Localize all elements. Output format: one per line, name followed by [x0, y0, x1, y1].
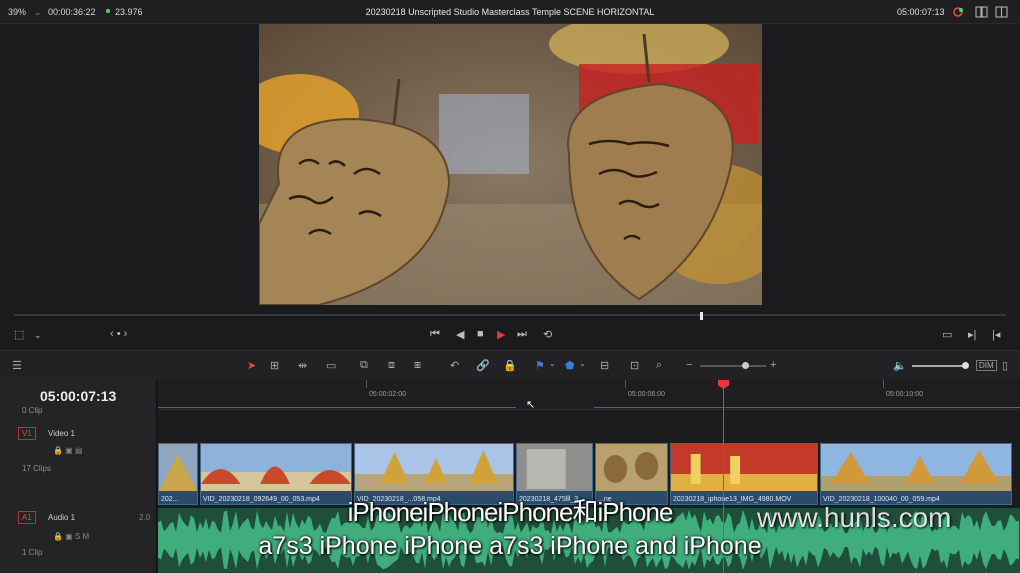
ruler-label: 05:00:10:00 — [886, 391, 923, 398]
insert-clip-icon[interactable]: ⧉ — [360, 359, 368, 372]
track-lock-icon[interactable]: 🔒 ▣ ▤ — [53, 446, 83, 455]
chevron-down-icon[interactable]: ⌄ — [579, 359, 586, 368]
play-reverse-icon[interactable]: ◀ — [456, 328, 464, 341]
current-timecode: 05:00:07:13 — [897, 7, 945, 17]
video-track-badge[interactable]: V1 — [18, 427, 36, 440]
transport-controls: ⬚ ⌄ ‹ • › ⏮ ◀ ■ ▶ ⏭ ⟲ ▭ ▸| |◂ — [0, 322, 1020, 348]
trim-tool-icon[interactable]: ⊞ — [270, 359, 279, 372]
zoom-custom-icon[interactable]: ⌕ — [656, 359, 662, 372]
nav-arrows-icon[interactable]: ‹ • › — [110, 328, 127, 340]
chevron-down-icon[interactable]: ⌄ — [549, 359, 556, 368]
volume-slider-handle[interactable] — [962, 362, 969, 369]
overwrite-clip-icon[interactable]: ⧈ — [388, 359, 395, 372]
stop-icon[interactable]: ■ — [477, 328, 484, 340]
flag-icon[interactable]: ⚑ — [535, 359, 545, 372]
timeline-timecode: 05:00:07:13 — [40, 388, 117, 404]
video-track-count: 17 Clips — [22, 464, 51, 473]
window-layout-icons[interactable] — [952, 5, 1010, 21]
subtitle-track-line — [158, 407, 516, 408]
zoom-detail-icon[interactable]: ⊡ — [630, 359, 639, 372]
zoom-full-icon[interactable]: ⊟ — [600, 359, 609, 372]
zoom-out-icon[interactable]: − — [686, 359, 692, 371]
snapping-icon[interactable]: ↶ — [450, 359, 459, 372]
crop-icon[interactable]: ⬚ — [14, 328, 24, 341]
mouse-cursor-icon: ↖ — [526, 399, 536, 411]
layout-icon[interactable]: ☰ — [12, 359, 22, 372]
scrubber-handle[interactable] — [700, 312, 703, 320]
dim-button[interactable]: DIM — [976, 360, 997, 371]
mute-icon[interactable]: 🔈 — [893, 359, 907, 372]
zoom-slider-handle[interactable] — [742, 362, 749, 369]
skip-to-start-icon[interactable]: ⏮ — [430, 328, 440, 341]
next-frame-icon[interactable]: ▸| — [968, 328, 976, 341]
viewer-scrubber[interactable] — [14, 314, 1006, 316]
play-icon[interactable]: ▶ — [497, 328, 505, 341]
dynamic-trim-icon[interactable]: ⇹ — [298, 359, 307, 372]
lock-icon[interactable]: 🔒 — [503, 359, 517, 372]
prev-clip-icon[interactable]: |◂ — [992, 328, 1000, 341]
selection-tool-icon[interactable]: ➤ — [247, 359, 256, 372]
subtitle-track-count: 0 Clip — [22, 406, 43, 415]
meter-icon[interactable]: ▯ — [1002, 359, 1008, 372]
marker-icon[interactable]: ⬟ — [565, 359, 575, 372]
zoom-in-icon[interactable]: + — [770, 359, 776, 371]
skip-to-end-icon[interactable]: ⏭ — [517, 328, 527, 341]
viewer-top-bar: 39% ⌄ 00:00:36:22 23.976 20230218 Unscri… — [0, 0, 1020, 24]
subtitle-line-2: a7s3 iPhone iPhone a7s3 iPhone and iPhon… — [258, 532, 762, 560]
timeline-title[interactable]: 20230218 Unscripted Studio Masterclass T… — [0, 7, 1020, 17]
zoom-slider[interactable] — [700, 365, 766, 367]
watermark: www.hunls.com — [757, 502, 952, 533]
fullscreen-icon[interactable]: ▭ — [942, 328, 952, 341]
ruler-label: 05:00:02:00 — [369, 391, 406, 398]
volume-slider[interactable] — [912, 365, 966, 367]
replace-clip-icon[interactable]: ⧆ — [414, 359, 421, 372]
chevron-down-icon[interactable]: ⌄ — [34, 330, 42, 341]
video-track-name[interactable]: Video 1 — [48, 429, 75, 438]
timeline-ruler[interactable]: 05:00:02:00 05:00:06:00 05:00:10:00 — [158, 380, 1020, 410]
ruler-label: 05:00:06:00 — [628, 391, 665, 398]
subtitle-track-line — [594, 407, 1020, 408]
linked-selection-icon[interactable]: 🔗 — [476, 359, 490, 372]
edit-toolbar: ☰ ➤ ⊞ ⇹ ▭ ⧉ ⧈ ⧆ ↶ 🔗 🔒 ⚑ ⌄ ⬟ ⌄ ⊟ ⊡ ⌕ − + … — [0, 350, 1020, 380]
video-frame[interactable] — [259, 24, 762, 305]
loop-icon[interactable]: ⟲ — [543, 328, 552, 341]
viewer-panel — [0, 24, 1020, 308]
blade-tool-icon[interactable]: ▭ — [326, 359, 336, 372]
